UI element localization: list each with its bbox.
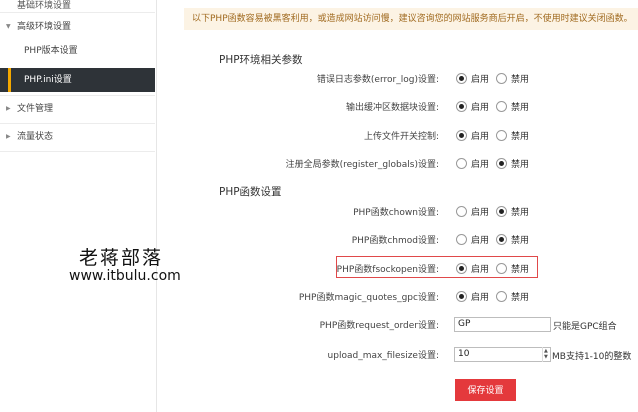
active-marker xyxy=(8,68,11,92)
sidebar-item-php-ini[interactable]: PHP.ini设置 xyxy=(0,68,155,92)
row-label-register-globals: 注册全局参数(register_globals)设置: xyxy=(285,160,439,170)
sidebar-item-label: PHP.ini设置 xyxy=(24,75,72,85)
watermark-url: www.itbulu.com xyxy=(69,268,181,284)
radio-label: 启用 xyxy=(471,236,490,246)
row-label-upload-max: upload_max_filesize设置: xyxy=(327,351,439,361)
save-button[interactable]: 保存设置 xyxy=(455,379,516,401)
radio-label: 禁用 xyxy=(511,293,530,303)
upload-max-input[interactable]: 10 xyxy=(454,347,551,362)
divider xyxy=(0,123,155,124)
radio-file-upload-off[interactable] xyxy=(496,130,507,141)
radio-fsockopen-on[interactable] xyxy=(456,263,467,274)
divider xyxy=(0,151,155,152)
divider xyxy=(0,12,155,13)
radio-output-buffer-on[interactable] xyxy=(456,101,467,112)
sidebar-item-file-manager[interactable]: ▶ 文件管理 xyxy=(0,97,155,121)
radio-label: 启用 xyxy=(471,103,490,113)
radio-error-log-on[interactable] xyxy=(456,73,467,84)
stepper-down-icon[interactable]: ▼ xyxy=(544,355,548,360)
radio-label: 启用 xyxy=(471,208,490,218)
radio-register-globals-off[interactable] xyxy=(496,158,507,169)
sidebar-item-advanced-env[interactable]: ▼ 高级环境设置 xyxy=(0,15,155,39)
divider xyxy=(0,95,155,96)
sidebar-item-label: 高级环境设置 xyxy=(17,22,72,32)
sidebar-item-php-version[interactable]: PHP版本设置 xyxy=(0,39,155,63)
radio-label: 启用 xyxy=(471,75,490,85)
notice-banner: 以下PHP函数容易被黑客利用，或造成网站访问慢，建议咨询您的网站服务商后开启，不… xyxy=(184,8,638,30)
radio-chmod-on[interactable] xyxy=(456,234,467,245)
request-order-hint: 只能是GPC组合 xyxy=(553,322,617,332)
radio-label: 启用 xyxy=(471,160,490,170)
sidebar-item-label: 文件管理 xyxy=(17,104,54,114)
section-title-env: PHP环境相关参数 xyxy=(219,54,303,66)
row-label-chmod: PHP函数chmod设置: xyxy=(351,236,439,246)
sidebar-item-traffic-status[interactable]: ▶ 流量状态 xyxy=(0,125,155,149)
radio-output-buffer-off[interactable] xyxy=(496,101,507,112)
radio-label: 禁用 xyxy=(511,103,530,113)
radio-label: 禁用 xyxy=(511,265,530,275)
stepper[interactable]: ▲ ▼ xyxy=(542,347,550,362)
row-label-request-order: PHP函数request_order设置: xyxy=(319,321,439,331)
radio-label: 禁用 xyxy=(511,236,530,246)
row-label-error-log: 错误日志参数(error_log)设置: xyxy=(316,75,439,85)
row-label-output-buffer: 输出缓冲区数据块设置: xyxy=(345,103,439,113)
radio-register-globals-on[interactable] xyxy=(456,158,467,169)
upload-max-hint: MB支持1-10的整数 xyxy=(552,352,632,362)
radio-chown-off[interactable] xyxy=(496,206,507,217)
radio-label: 禁用 xyxy=(511,75,530,85)
watermark-title: 老蒋部落 xyxy=(79,247,164,269)
row-label-fsockopen: PHP函数fsockopen设置: xyxy=(336,265,439,275)
sidebar-item-label: 流量状态 xyxy=(17,132,54,142)
row-label-chown: PHP函数chown设置: xyxy=(353,208,439,218)
row-label-magic-quotes: PHP函数magic_quotes_gpc设置: xyxy=(298,293,439,303)
row-label-file-upload: 上传文件开关控制: xyxy=(363,132,439,142)
radio-label: 启用 xyxy=(471,293,490,303)
radio-label: 禁用 xyxy=(511,160,530,170)
section-title-func: PHP函数设置 xyxy=(219,186,282,198)
sidebar-item-label: PHP版本设置 xyxy=(24,46,78,56)
radio-chown-on[interactable] xyxy=(456,206,467,217)
request-order-input[interactable]: GP xyxy=(454,317,551,332)
radio-file-upload-on[interactable] xyxy=(456,130,467,141)
radio-label: 启用 xyxy=(471,265,490,275)
caret-down-icon: ▼ xyxy=(6,23,11,30)
radio-magic-quotes-off[interactable] xyxy=(496,291,507,302)
radio-error-log-off[interactable] xyxy=(496,73,507,84)
radio-label: 禁用 xyxy=(511,132,530,142)
radio-label: 禁用 xyxy=(511,208,530,218)
radio-magic-quotes-on[interactable] xyxy=(456,291,467,302)
caret-right-icon: ▶ xyxy=(6,105,11,112)
sidebar: 基础环境设置 ▼ 高级环境设置 PHP版本设置 PHP.ini设置 ▶ 文件管理… xyxy=(0,0,157,412)
caret-right-icon: ▶ xyxy=(6,133,11,140)
radio-chmod-off[interactable] xyxy=(496,234,507,245)
radio-label: 启用 xyxy=(471,132,490,142)
radio-fsockopen-off[interactable] xyxy=(496,263,507,274)
